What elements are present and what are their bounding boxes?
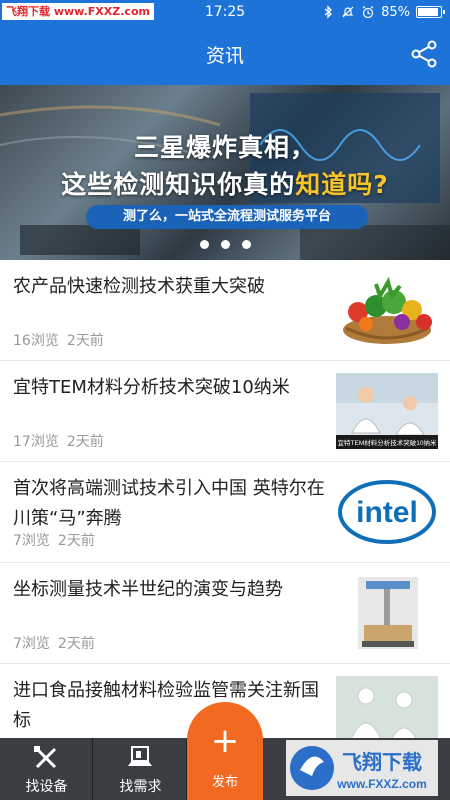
measuring-machine-image	[336, 575, 438, 651]
publish-button[interactable]: + 发布	[187, 702, 263, 800]
plus-icon: +	[210, 721, 240, 761]
banner-headline-2b: 知道吗?	[295, 170, 389, 199]
news-views: 17浏览	[13, 434, 59, 450]
nav-label: 找设备	[25, 779, 68, 795]
nav-find-demand[interactable]: 找需求	[94, 738, 187, 800]
alarm-icon	[362, 6, 374, 19]
news-title: 农产品快速检测技术获重大突破	[13, 276, 265, 297]
header: 资讯	[0, 24, 450, 85]
news-views: 7浏览	[13, 636, 50, 652]
vegetable-basket-image	[336, 272, 438, 348]
banner-carousel[interactable]: 三星爆炸真相， 这些检测知识你真的知道吗? 测了么，一站式全流程测试服务平台	[0, 85, 450, 260]
lab-scientists-image: 宜特TEM材料分析技术突破10纳米	[336, 373, 438, 449]
banner-headline-1: 三星爆炸真相，	[133, 133, 316, 162]
news-title: 坐标测量技术半世纪的演变与趋势	[13, 579, 283, 600]
status-bar: 飞翔下载 www.FXXZ.com 17:25 85%	[0, 0, 450, 24]
news-views: 7浏览	[13, 533, 50, 549]
status-icons: 85%	[321, 3, 445, 21]
publish-label: 发布	[211, 775, 238, 790]
news-meta: 16浏览 2天前	[13, 330, 104, 350]
intel-logo-text: intel	[356, 496, 418, 529]
carousel-dot[interactable]	[220, 240, 230, 249]
laptop-icon	[128, 746, 152, 766]
battery-percent: 85%	[381, 4, 410, 20]
nav-label: 找需求	[119, 779, 162, 795]
news-time: 2天前	[57, 533, 95, 549]
carousel-dot[interactable]	[241, 240, 251, 249]
news-list: 农产品快速检测技术获重大突破 16浏览 2天前 宜特TEM材料分析技术突破10纳米	[0, 260, 450, 738]
banner-tagline: 测了么，一站式全流程测试服务平台	[86, 205, 368, 229]
news-meta: 17浏览 2天前	[13, 431, 104, 451]
carousel-dots	[0, 240, 450, 249]
news-item[interactable]: 首次将高端测试技术引入中国 英特尔在川策“马”奔腾 7浏览 2天前 intel	[0, 462, 450, 563]
tools-icon	[34, 746, 57, 769]
banner-headline-2a: 这些检测知识你真的	[61, 170, 296, 199]
share-icon	[411, 40, 437, 68]
news-time: 2天前	[57, 636, 95, 652]
bluetooth-icon	[324, 5, 333, 19]
watermark-url: www.FXXZ.com	[336, 777, 427, 791]
battery-icon	[416, 6, 445, 18]
banner-headline-2: 这些检测知识你真的知道吗?	[0, 165, 450, 201]
intel-logo-image: intel	[336, 474, 438, 550]
app: 飞翔下载 www.FXXZ.com 17:25 85% 资讯 三星爆炸真相， 这…	[0, 0, 450, 800]
news-item[interactable]: 宜特TEM材料分析技术突破10纳米 17浏览 2天前 宜特TEM材料分析技术突破1…	[0, 361, 450, 462]
share-button[interactable]	[408, 38, 440, 70]
news-meta: 7浏览 2天前	[13, 530, 95, 550]
mute-icon	[342, 6, 354, 18]
watermark-title: 飞翔下载	[342, 750, 422, 774]
news-views: 16浏览	[13, 333, 59, 349]
news-title: 进口食品接触材料检验监管需关注新国标	[13, 680, 319, 731]
news-time: 2天前	[66, 434, 104, 450]
carousel-dot[interactable]	[199, 240, 209, 249]
news-title: 首次将高端测试技术引入中国 英特尔在川策“马”奔腾	[13, 478, 325, 529]
news-meta: 7浏览 2天前	[13, 633, 95, 653]
page-title: 资讯	[205, 45, 244, 67]
news-title: 宜特TEM材料分析技术突破10纳米	[13, 377, 290, 398]
nav-find-device[interactable]: 找设备	[0, 738, 93, 800]
lab-workers-image	[336, 676, 438, 738]
news-time: 2天前	[66, 333, 104, 349]
thumb-caption: 宜特TEM材料分析技术突破10纳米	[338, 438, 437, 447]
news-item[interactable]: 坐标测量技术半世纪的演变与趋势 7浏览 2天前	[0, 563, 450, 664]
watermark-logo: 飞翔下载 www.FXXZ.com	[286, 740, 438, 796]
news-item[interactable]: 农产品快速检测技术获重大突破 16浏览 2天前	[0, 260, 450, 361]
